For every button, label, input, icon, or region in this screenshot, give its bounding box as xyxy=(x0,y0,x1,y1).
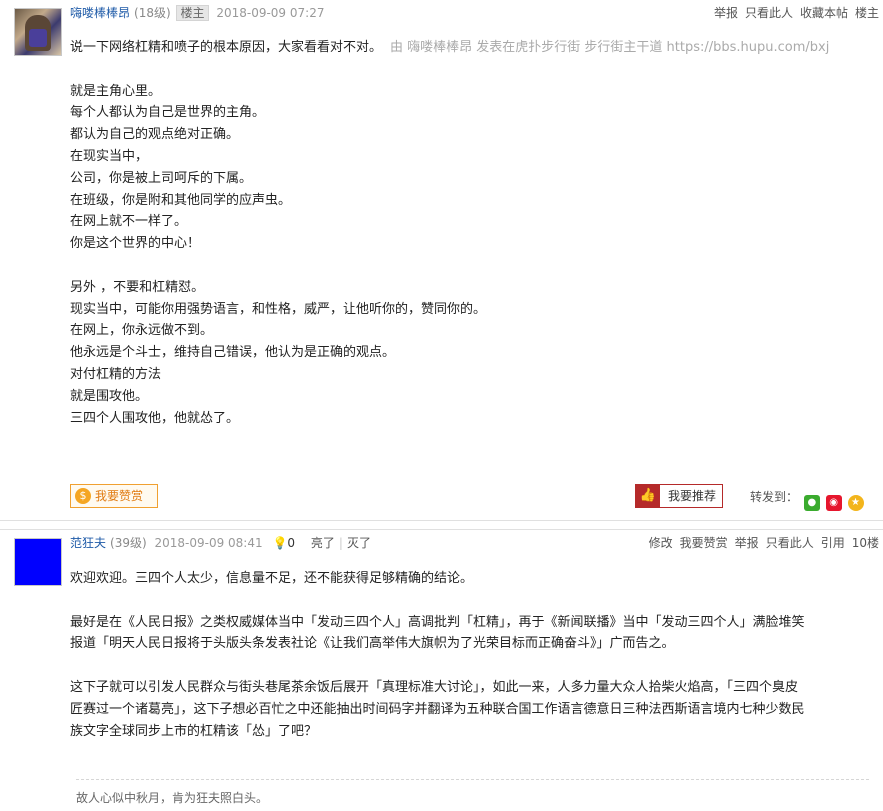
username-link[interactable]: 嗨喽棒棒昂 xyxy=(70,6,130,20)
content-line: 你是这个世界的中心！ xyxy=(70,236,201,252)
username-link[interactable]: 范狂夫 xyxy=(70,536,106,550)
tip-link[interactable]: 我要赞赏 xyxy=(680,536,728,550)
report-link[interactable]: 举报 xyxy=(714,6,738,20)
light-count: 0 xyxy=(287,536,296,550)
content-line: 这下子就可以引发人民群众与街头巷尾茶余饭后展开「真理标准大讨论」，如此一来，人多… xyxy=(70,679,799,695)
recommend-button[interactable]: 👍 我要推荐 xyxy=(635,484,723,508)
paragraph-1: 就是主角心里。 每个人都认为自己是世界的主角。 都认为自己的观点绝对正确。 在现… xyxy=(70,81,877,255)
share-label: 转发到： xyxy=(750,490,799,504)
user-level: (18级) xyxy=(134,6,171,20)
quote-link[interactable]: 引用 xyxy=(821,536,845,550)
qzone-icon[interactable]: ★ xyxy=(847,495,864,511)
weibo-icon[interactable]: ◉ xyxy=(825,495,842,511)
content-line: 对付杠精的方法 xyxy=(70,366,162,382)
post-actions: 举报 只看此人 收藏本帖 楼主 xyxy=(707,4,879,21)
content-line: 他永远是个斗士，维持自己错误，他认为是正确的观点。 xyxy=(70,345,396,361)
post-1: 嗨喽棒棒昂 (18级) 楼主 2018-09-09 07:27 举报 只看此人 收藏本… xyxy=(0,0,883,521)
post-content: 说一下网络杠精和喷子的根本原因，大家看看对不对。由 嗨喽棒棒昂 发表在虎扑步行街… xyxy=(70,37,877,429)
post-time: 2018-09-09 07:27 xyxy=(216,6,325,20)
post-content: 欢迎欢迎。三四个人太少，信息量不足，还不能获得足够精确的结论。 最好是在《人民日… xyxy=(70,568,877,742)
thumb-icon: 👍 xyxy=(636,485,660,507)
content-line: 另外 ，不要和杠精怼。 xyxy=(70,279,205,295)
content-line: 在网上，你永远做不到。 xyxy=(70,323,214,339)
floor-label: 10楼 xyxy=(851,536,879,550)
content-line: 报道「明天人民日报将于头版头条发表社论《让我们高举伟大旗帜为了光荣目标而正确奋斗… xyxy=(70,636,675,652)
op-badge: 楼主 xyxy=(176,5,209,21)
title-line: 说一下网络杠精和喷子的根本原因，大家看看对不对。由 嗨喽棒棒昂 发表在虎扑步行街… xyxy=(70,37,877,59)
post-header: 嗨喽棒棒昂 (18级) 楼主 2018-09-09 07:27 举报 只看此人 收藏本… xyxy=(70,4,883,22)
post-header: 范狂夫 (39级) 2018-09-09 08:41 💡0 亮了 | 灭了 修改 我要赞… xyxy=(70,534,879,551)
light-button[interactable]: 亮了 xyxy=(311,536,335,550)
post-2: 范狂夫 (39级) 2018-09-09 08:41 💡0 亮了 | 灭了 修改 我要赞… xyxy=(0,529,883,811)
content-line: 欢迎欢迎。三四个人太少，信息量不足，还不能获得足够精确的结论。 xyxy=(70,571,474,586)
signature-divider xyxy=(76,779,869,780)
content-line: 每个人都认为自己是世界的主角。 xyxy=(70,105,266,121)
avatar[interactable] xyxy=(14,538,62,586)
post-actions: 修改 我要赞赏 举报 只看此人 引用 10楼 xyxy=(642,534,879,551)
report-link[interactable]: 举报 xyxy=(735,536,759,550)
content-line: 最好是在《人民日报》之类权威媒体当中「发动三四个人」高调批判「杠精」，再于《新闻… xyxy=(70,614,805,630)
wechat-icon[interactable]: ● xyxy=(803,495,820,511)
floor-label: 楼主 xyxy=(854,6,879,20)
signature: 故人心似中秋月，肯为狂夫照白头。 xyxy=(76,791,269,805)
coin-icon: $ xyxy=(75,488,91,504)
paragraph-2: 另外 ，不要和杠精怼。 现实当中，可能你用强势语言，和性格，威严，让他听你的，赞… xyxy=(70,277,877,430)
tip-button[interactable]: $ 我要赞赏 xyxy=(70,484,158,508)
title-text: 说一下网络杠精和喷子的根本原因，大家看看对不对。 xyxy=(70,40,383,55)
content-line: 在现实当中， xyxy=(70,148,149,164)
off-button[interactable]: 灭了 xyxy=(347,536,371,550)
content-line: 三四个人围攻他，他就怂了。 xyxy=(70,410,240,426)
content-line: 现实当中，可能你用强势语言，和性格，威严，让他听你的，赞同你的。 xyxy=(70,301,487,317)
content-line: 在班级，你是附和其他同学的应声虫。 xyxy=(70,192,292,208)
only-this-user-link[interactable]: 只看此人 xyxy=(745,6,793,20)
only-this-user-link[interactable]: 只看此人 xyxy=(766,536,814,550)
share-bar: 转发到： ● ◉ ★ xyxy=(750,488,864,511)
bulb-icon: 💡 xyxy=(272,536,288,550)
content-line: 就是主角心里。 xyxy=(70,83,162,99)
avatar[interactable] xyxy=(14,8,62,56)
content-line: 在网上就不一样了。 xyxy=(70,214,188,230)
content-line: 族文字全球同步上市的杠精该「怂」了吧？ xyxy=(70,723,318,739)
tip-button-label: 我要赞赏 xyxy=(95,489,144,503)
content-line: 匠赛过一个诸葛亮」，这下子想必百忙之中还能抽出时间码字并翻译为五种联合国工作语言… xyxy=(70,701,805,717)
content-line: 都认为自己的观点绝对正确。 xyxy=(70,127,240,143)
content-line: 公司，你是被上司呵斥的下属。 xyxy=(70,170,253,186)
recommend-button-label: 我要推荐 xyxy=(668,489,717,503)
content-line: 就是围攻他。 xyxy=(70,388,149,404)
edit-link[interactable]: 修改 xyxy=(649,536,673,550)
favorite-link[interactable]: 收藏本帖 xyxy=(800,6,848,20)
post-time: 2018-09-09 08:41 xyxy=(154,536,263,550)
user-level: (39级) xyxy=(110,536,147,550)
source-text: 由 嗨喽棒棒昂 发表在虎扑步行街 步行街主干道 https://bbs.hupu… xyxy=(390,40,830,55)
